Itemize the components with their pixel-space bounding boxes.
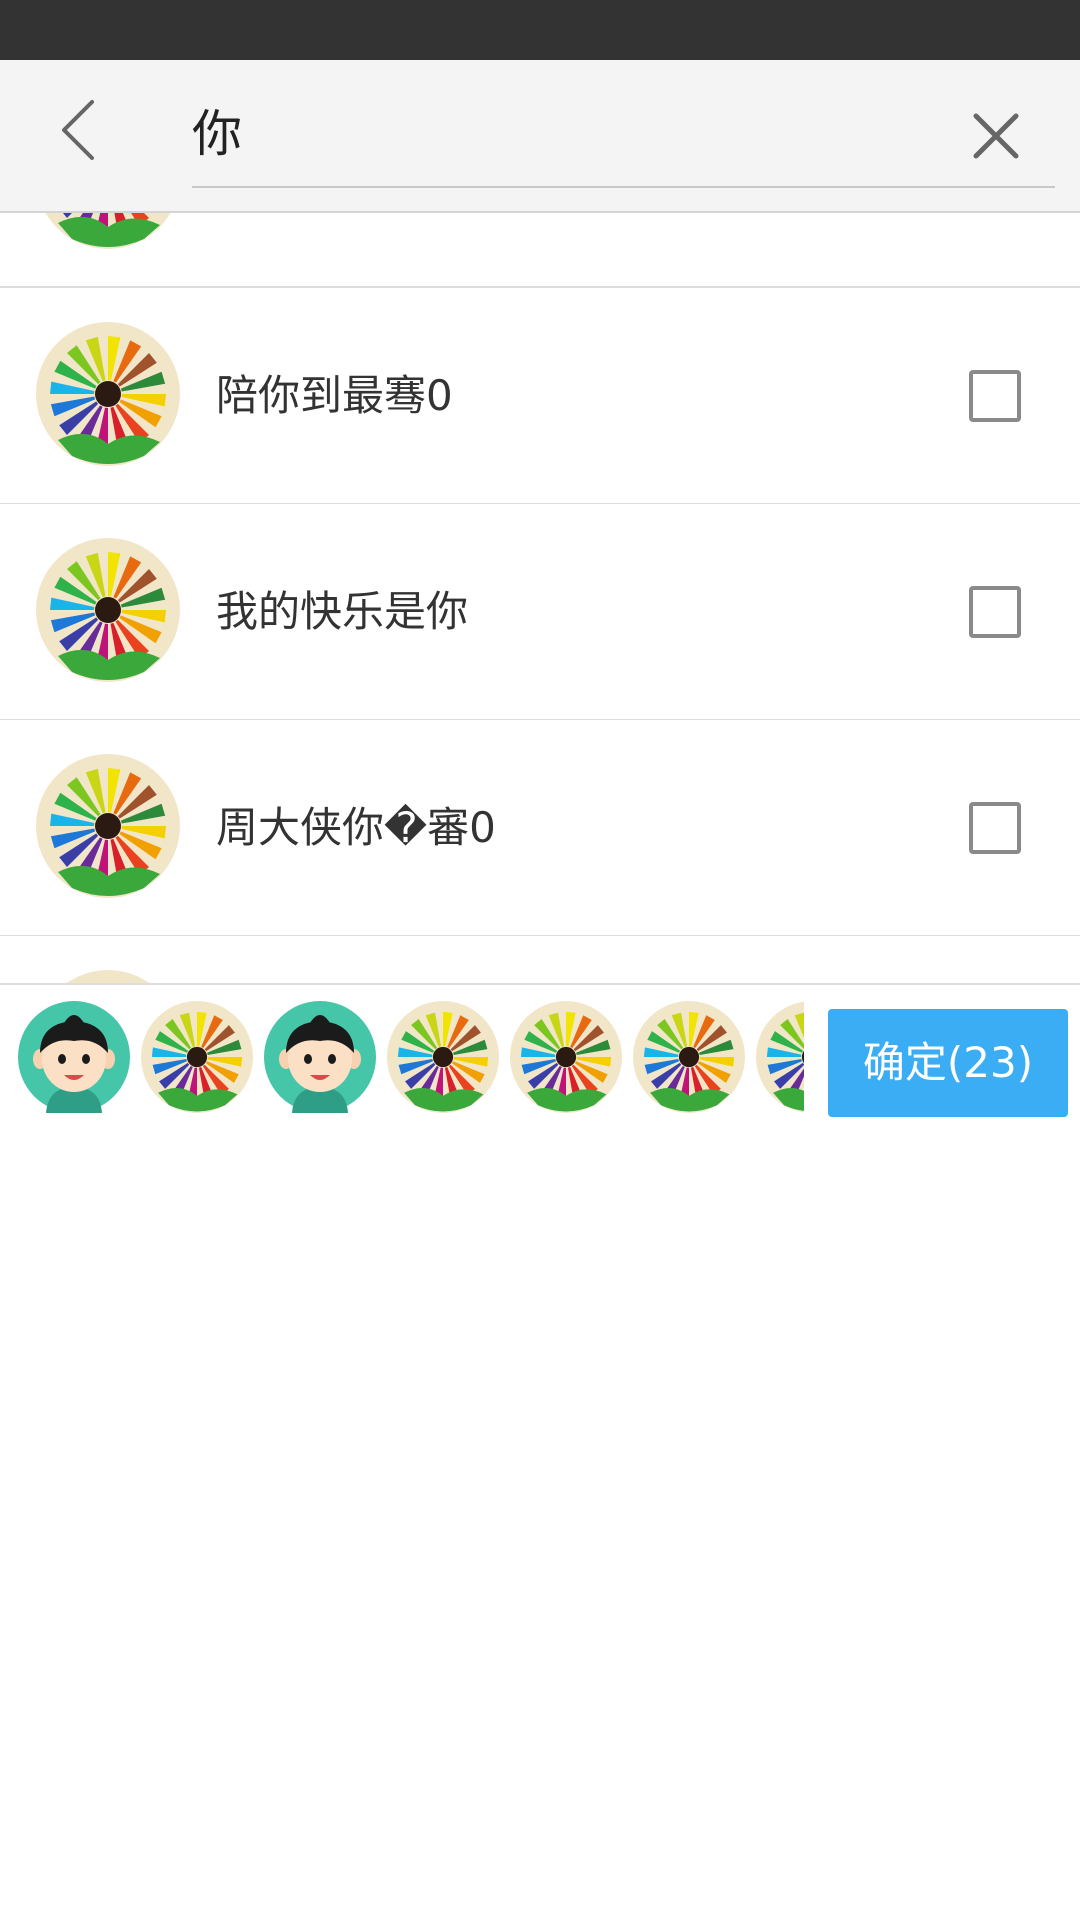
back-button[interactable] xyxy=(40,90,120,170)
search-bar xyxy=(0,60,1080,213)
contact-name: 我的快乐是你 xyxy=(216,587,469,636)
color-pencils-avatar xyxy=(36,754,180,898)
search-input[interactable] xyxy=(192,96,1012,164)
clear-search-button[interactable] xyxy=(956,96,1036,176)
contact-row[interactable]: 我的快乐是你 xyxy=(0,504,1080,721)
color-pencils-avatar xyxy=(36,538,180,682)
contact-list: 陪你到最骞0 我的快乐是你 周大侠你�審0 xyxy=(0,211,1080,983)
contact-row[interactable] xyxy=(0,936,1080,983)
cartoon-boy-avatar[interactable] xyxy=(18,1001,130,1113)
color-pencils-avatar[interactable] xyxy=(141,1001,253,1113)
color-pencils-avatar[interactable] xyxy=(510,1001,622,1113)
select-checkbox[interactable] xyxy=(969,370,1021,422)
contact-name: 陪你到最骞0 xyxy=(216,371,453,420)
select-checkbox[interactable] xyxy=(969,802,1021,854)
contact-row[interactable] xyxy=(0,211,1080,288)
close-icon xyxy=(973,113,1019,159)
contact-row[interactable]: 陪你到最骞0 xyxy=(0,288,1080,505)
select-checkbox[interactable] xyxy=(969,586,1021,638)
contact-name: 周大侠你�審0 xyxy=(216,803,496,852)
color-pencils-avatar[interactable] xyxy=(756,1001,804,1113)
selected-avatars[interactable] xyxy=(0,1001,804,1113)
color-pencils-avatar[interactable] xyxy=(387,1001,499,1113)
cartoon-boy-avatar[interactable] xyxy=(264,1001,376,1113)
contact-row[interactable]: 周大侠你�審0 xyxy=(0,720,1080,937)
chevron-left-icon xyxy=(62,100,94,160)
color-pencils-avatar xyxy=(44,211,172,249)
status-bar xyxy=(0,0,1080,60)
color-pencils-avatar[interactable] xyxy=(633,1001,745,1113)
color-pencils-avatar xyxy=(66,970,150,983)
confirm-button[interactable]: 确定(23) xyxy=(828,1009,1068,1117)
selection-bar: 确定(23) xyxy=(0,983,1080,1119)
search-underline xyxy=(192,186,1055,188)
color-pencils-avatar xyxy=(36,322,180,466)
